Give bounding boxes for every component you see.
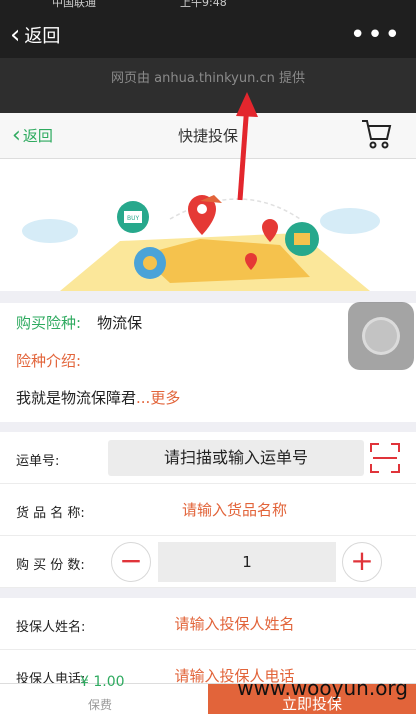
provider-notice: 网页由 anhua.thinkyun.cn 提供 bbox=[0, 58, 416, 113]
insurance-form: 运单号: 请扫描或输入运单号 货 品 名 称: 请输入货品名称 购 买 份 数:… bbox=[0, 432, 416, 588]
insured-name-label: 投保人姓名: bbox=[16, 620, 86, 635]
more-menu-icon[interactable]: ••• bbox=[350, 20, 402, 50]
page-title: 快捷投保 bbox=[177, 127, 238, 145]
cart-icon[interactable] bbox=[360, 117, 392, 151]
assistive-touch-icon bbox=[362, 317, 400, 355]
quantity-row: 购 买 份 数: − 1 + bbox=[0, 536, 416, 588]
chevron-left-icon: ‹ bbox=[10, 20, 21, 50]
increase-button[interactable]: + bbox=[342, 542, 382, 582]
insurance-description: 我就是物流保障君...更多 bbox=[0, 379, 416, 422]
quantity-input[interactable]: 1 bbox=[158, 542, 336, 582]
buy-tag: BUY bbox=[127, 215, 140, 222]
logistics-banner: BUY bbox=[0, 159, 416, 291]
banner-illustration: BUY bbox=[22, 195, 380, 291]
waybill-label: 运单号: bbox=[16, 454, 60, 469]
insurance-page: ‹ 返回 快捷投保 BUY 购买险种: 物流保 险种介绍: 我就是物流保障君..… bbox=[0, 113, 416, 714]
premium-label: 保费 bbox=[88, 698, 113, 712]
premium-price: ¥ 1.00 bbox=[80, 674, 125, 690]
goods-name-input[interactable]: 请输入货品名称 bbox=[108, 499, 361, 520]
description-text: 我就是物流保障君 bbox=[16, 389, 137, 407]
insurance-intro-label: 险种介绍: bbox=[16, 352, 82, 370]
more-link[interactable]: ...更多 bbox=[136, 389, 180, 407]
page-nav-bar: ‹ 返回 快捷投保 bbox=[0, 113, 416, 159]
quantity-label: 购 买 份 数: bbox=[16, 558, 85, 573]
assistive-touch-button[interactable] bbox=[348, 302, 414, 370]
wechat-back-label: 返回 bbox=[24, 26, 61, 47]
waybill-row: 运单号: 请扫描或输入运单号 bbox=[0, 432, 416, 484]
goods-name-label: 货 品 名 称: bbox=[16, 506, 85, 521]
carrier-label: 中国联通 bbox=[52, 0, 96, 9]
scan-icon[interactable] bbox=[369, 442, 401, 474]
wechat-back-button[interactable]: ‹ 返回 bbox=[10, 22, 60, 48]
insured-name-row: 投保人姓名: 请输入投保人姓名 bbox=[0, 598, 416, 650]
waybill-input[interactable]: 请扫描或输入运单号 bbox=[108, 440, 364, 476]
clock: 上午9:48 bbox=[180, 0, 227, 9]
decrease-button[interactable]: − bbox=[111, 542, 151, 582]
insurance-type-label: 购买险种: bbox=[16, 314, 82, 332]
wechat-top-bar: ‹ 返回 ••• bbox=[0, 14, 416, 58]
status-bar: 中国联通 上午9:48 bbox=[0, 0, 416, 14]
insured-name-input[interactable]: 请输入投保人姓名 bbox=[108, 613, 361, 634]
insurance-type-value: 物流保 bbox=[97, 314, 143, 332]
goods-name-row: 货 品 名 称: 请输入货品名称 bbox=[0, 484, 416, 536]
watermark: www.wooyun.org bbox=[237, 676, 408, 700]
